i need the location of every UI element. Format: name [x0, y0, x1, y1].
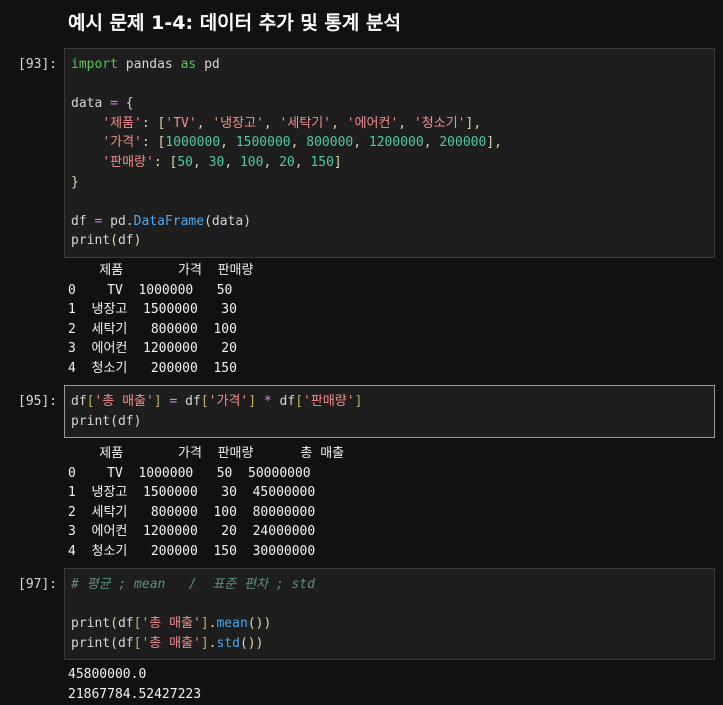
- output-text: 제품 가격 판매량 총 매출: [68, 446, 345, 461]
- output-text: 21867784.52427223: [68, 686, 202, 702]
- code-input-area[interactable]: df['총 매출'] = df['가격'] * df['판매량'] print(…: [64, 385, 715, 439]
- output-text: 3 에어컨 1200000 20 24000000: [68, 524, 316, 539]
- output-text: 3 에어컨 1200000 20: [68, 341, 237, 356]
- output-text: 4 청소기 200000 150 30000000: [68, 543, 316, 559]
- cell-prompt-input: [95]:: [18, 394, 58, 409]
- output-text: 1 냉장고 1500000 30: [68, 302, 237, 317]
- code-source[interactable]: # 평균 ; mean / 표준 편차 ; std print(df['총 매출…: [71, 575, 714, 653]
- cell-prompt-input: [97]:: [18, 577, 58, 592]
- code-input-area[interactable]: import pandas as pd data = { '제품': ['TV'…: [64, 48, 715, 258]
- output-text: 4 청소기 200000 150: [68, 360, 237, 376]
- cell-output: 45800000.0 21867784.52427223: [68, 665, 201, 704]
- cell-output: 제품 가격 판매량 0 TV 1000000 50 1 냉장고 1500000 …: [68, 261, 253, 378]
- cell-output: 제품 가격 판매량 총 매출 0 TV 1000000 50 50000000 …: [68, 444, 344, 561]
- cell-prompt-input: [93]:: [18, 57, 58, 72]
- output-text: 2 세탁기 800000 100: [68, 321, 237, 337]
- notebook-title: 예시 문제 1-4: 데이터 추가 및 통계 분석: [68, 12, 401, 34]
- output-text: 0 TV 1000000 50: [68, 282, 233, 298]
- code-source[interactable]: df['총 매출'] = df['가격'] * df['판매량'] print(…: [71, 392, 714, 431]
- output-text: 0 TV 1000000 50 50000000: [68, 465, 311, 481]
- output-text: 1 냉장고 1500000 30 45000000: [68, 485, 316, 500]
- code-input-area[interactable]: # 평균 ; mean / 표준 편차 ; std print(df['총 매출…: [64, 568, 715, 661]
- notebook-root: 예시 문제 1-4: 데이터 추가 및 통계 분석 [93]: import p…: [0, 0, 723, 705]
- output-text: 45800000.0: [68, 667, 147, 682]
- code-source[interactable]: import pandas as pd data = { '제품': ['TV'…: [71, 55, 714, 251]
- output-text: 제품 가격 판매량: [68, 263, 254, 278]
- output-text: 2 세탁기 800000 100 80000000: [68, 504, 316, 520]
